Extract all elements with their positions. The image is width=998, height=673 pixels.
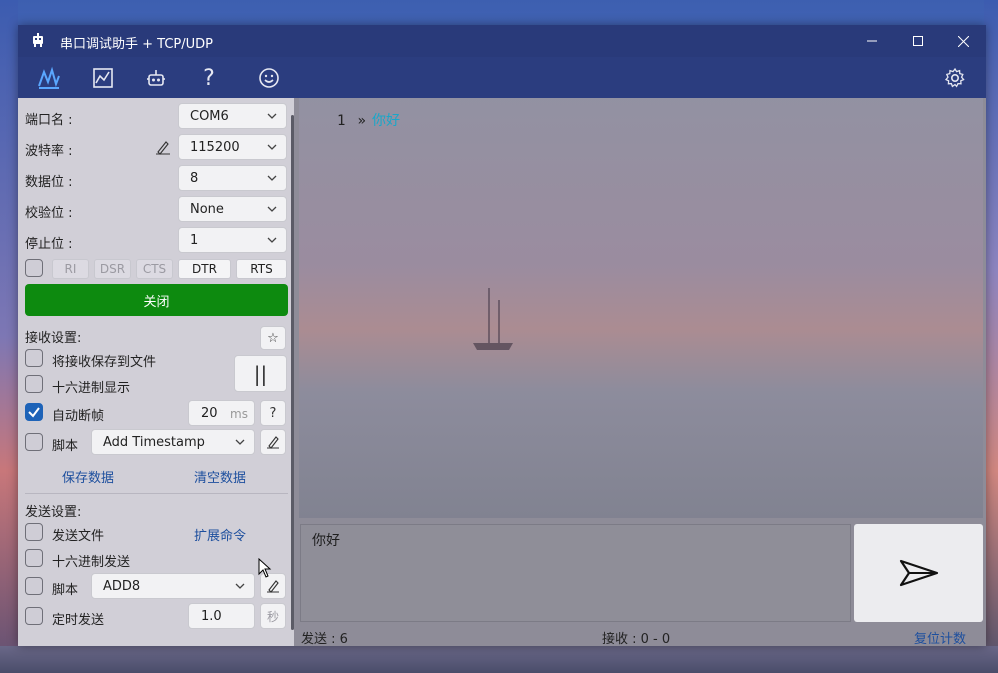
desktop-background-right [984, 0, 998, 673]
chevron-down-icon [267, 175, 277, 181]
receive-area[interactable]: 1 » 你好 [299, 98, 983, 518]
send-file-checkbox[interactable] [25, 523, 43, 541]
hex-send-label: 十六进制发送 [52, 555, 131, 570]
send-script-select[interactable]: ADD8 [91, 573, 255, 599]
chevron-down-icon [267, 144, 277, 150]
auto-frame-label: 自动断帧 [52, 409, 105, 424]
databits-label: 数据位 : [25, 175, 73, 190]
pen-icon [267, 436, 279, 449]
stopbits-label: 停止位 : [25, 237, 73, 252]
receive-script-edit-button[interactable] [260, 429, 286, 455]
auto-frame-checkbox[interactable] [25, 403, 43, 421]
timed-send-label: 定时发送 [52, 613, 105, 628]
close-window-button[interactable] [940, 25, 986, 57]
minimize-button[interactable] [849, 25, 895, 57]
desktop-background-left [0, 0, 18, 673]
app-window: 串口调试助手 + TCP/UDP ? 端口名: COM6 波特率: 1152… [18, 25, 986, 646]
baud-label: 波特率 : [25, 144, 73, 159]
receive-script-label: 脚本 [52, 439, 79, 454]
receive-script-select[interactable]: Add Timestamp [91, 429, 255, 455]
close-icon [957, 35, 969, 47]
app-robot-icon [33, 33, 43, 47]
pause-button[interactable]: || [234, 355, 287, 392]
received-text: 你好 [372, 113, 401, 129]
toolbar: ? [18, 57, 986, 98]
send-file-label: 发送文件 [52, 529, 105, 544]
send-text: 你好 [312, 533, 340, 549]
receive-line: 1 » 你好 [337, 110, 400, 130]
auto-frame-input[interactable]: 20 ms [188, 400, 255, 426]
section-divider [25, 493, 288, 494]
clear-data-link[interactable]: 清空数据 [194, 467, 246, 486]
save-to-file-label: 将接收保存到文件 [52, 355, 157, 370]
send-script-label: 脚本 [52, 583, 79, 598]
chart-icon[interactable] [90, 65, 116, 91]
parity-label: 校验位 : [25, 206, 73, 221]
hex-display-label: 十六进制显示 [52, 381, 131, 396]
checkmark-icon [28, 407, 40, 418]
cts-indicator: CTS [136, 259, 173, 279]
save-to-file-checkbox[interactable] [25, 349, 43, 367]
parity-select[interactable]: None [178, 196, 287, 222]
auto-frame-help-button[interactable]: ? [260, 400, 286, 426]
send-input[interactable]: 你好 [300, 524, 851, 622]
settings-panel: 端口名 : COM6 波特率 : 115200 数据位 : 8 校验位 : No… [18, 98, 294, 646]
desktop-background-bottom [0, 646, 998, 673]
port-label: 端口名 : [25, 113, 73, 128]
line-number: 1 [337, 113, 346, 129]
send-script-checkbox[interactable] [25, 577, 43, 595]
receive-script-checkbox[interactable] [25, 433, 43, 451]
pen-icon [267, 580, 279, 593]
timed-unit-label: 秒 [260, 603, 286, 629]
sailboat-background [473, 288, 513, 350]
stopbits-select[interactable]: 1 [178, 227, 287, 253]
chevron-down-icon [267, 113, 277, 119]
settings-icon[interactable] [942, 65, 968, 91]
port-select[interactable]: COM6 [178, 103, 287, 129]
direction-arrow: » [357, 113, 367, 129]
maximize-icon [913, 36, 923, 46]
serial-wave-icon[interactable] [36, 65, 62, 91]
chevron-down-icon [235, 439, 245, 445]
mouse-cursor-icon [258, 558, 272, 578]
baud-select[interactable]: 115200 [178, 134, 287, 160]
databits-select[interactable]: 8 [178, 165, 287, 191]
dsr-indicator: DSR [94, 259, 131, 279]
send-icon [899, 559, 938, 587]
save-data-link[interactable]: 保存数据 [62, 467, 114, 486]
ext-command-link[interactable]: 扩展命令 [194, 525, 246, 544]
timed-send-checkbox[interactable] [25, 607, 43, 625]
settings-scrollbar[interactable] [291, 115, 294, 630]
send-button[interactable] [854, 524, 983, 622]
pen-icon[interactable] [155, 139, 171, 155]
rts-button[interactable]: RTS [236, 259, 287, 279]
receive-settings-title: 接收设置: [25, 331, 82, 346]
send-settings-title: 发送设置: [25, 505, 82, 520]
help-icon[interactable]: ? [196, 65, 222, 91]
robot-icon[interactable] [143, 65, 169, 91]
ms-unit: ms [230, 407, 248, 421]
sent-count: 发送 : 6 [301, 632, 348, 646]
chevron-down-icon [235, 583, 245, 589]
pause-icon: || [253, 361, 268, 386]
received-count: 接收 : 0 - 0 [602, 632, 671, 646]
reset-count-link[interactable]: 复位计数 [914, 628, 966, 646]
maximize-button[interactable] [895, 25, 941, 57]
favorite-button[interactable]: ☆ [260, 326, 286, 350]
minimize-icon [867, 40, 877, 42]
smiley-icon[interactable] [256, 65, 282, 91]
star-icon: ☆ [267, 330, 279, 346]
hex-send-checkbox[interactable] [25, 549, 43, 567]
window-title: 串口调试助手 + TCP/UDP [60, 37, 213, 52]
close-port-button[interactable]: 关闭 [25, 284, 288, 316]
hex-display-checkbox[interactable] [25, 375, 43, 393]
ri-indicator: RI [52, 259, 89, 279]
signal-checkbox[interactable] [25, 259, 43, 277]
title-bar[interactable]: 串口调试助手 + TCP/UDP [18, 25, 986, 57]
timed-send-input[interactable]: 1.0 [188, 603, 255, 629]
chevron-down-icon [267, 206, 277, 212]
chevron-down-icon [267, 237, 277, 243]
dtr-button[interactable]: DTR [178, 259, 231, 279]
